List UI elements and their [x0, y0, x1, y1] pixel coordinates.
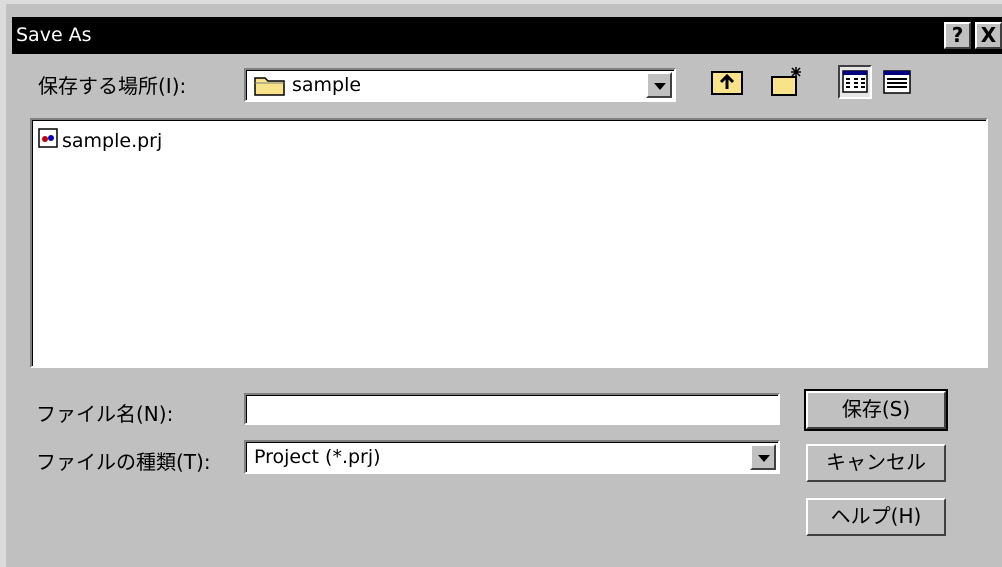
- chevron-down-icon[interactable]: [750, 444, 776, 470]
- new-folder-button[interactable]: [770, 65, 804, 99]
- up-one-level-button[interactable]: [710, 65, 744, 99]
- filetype-select[interactable]: Project (*.prj): [244, 440, 780, 474]
- close-button[interactable]: X: [975, 22, 1002, 49]
- details-view-icon: [883, 70, 911, 94]
- chevron-down-icon[interactable]: [646, 72, 672, 98]
- filename-label: ファイル名(N):: [36, 402, 174, 426]
- location-label: 保存する場所(I):: [38, 74, 187, 98]
- file-name: sample.prj: [62, 129, 163, 152]
- folder-icon: [254, 74, 286, 101]
- list-view-button[interactable]: [838, 65, 872, 99]
- location-value: sample: [292, 74, 362, 96]
- file-list[interactable]: sample.prj: [30, 118, 988, 368]
- project-file-icon: [38, 128, 58, 153]
- cancel-button[interactable]: キャンセル: [806, 444, 946, 482]
- filetype-value: Project (*.prj): [254, 446, 381, 468]
- filename-input[interactable]: [244, 393, 780, 425]
- window-title: Save As: [16, 24, 92, 46]
- up-folder-icon: [711, 71, 743, 95]
- new-folder-icon: [771, 67, 801, 96]
- location-combo[interactable]: sample: [244, 68, 676, 102]
- help-button[interactable]: ?: [944, 22, 971, 49]
- details-view-button[interactable]: [880, 65, 914, 99]
- save-button[interactable]: 保存(S): [804, 389, 948, 431]
- list-view-icon: [842, 70, 868, 93]
- title-bar[interactable]: Save As ? X: [12, 17, 1002, 54]
- filetype-label: ファイルの種類(T):: [36, 450, 211, 474]
- list-item[interactable]: sample.prj: [38, 128, 162, 153]
- help-dialog-button[interactable]: ヘルプ(H): [806, 498, 946, 536]
